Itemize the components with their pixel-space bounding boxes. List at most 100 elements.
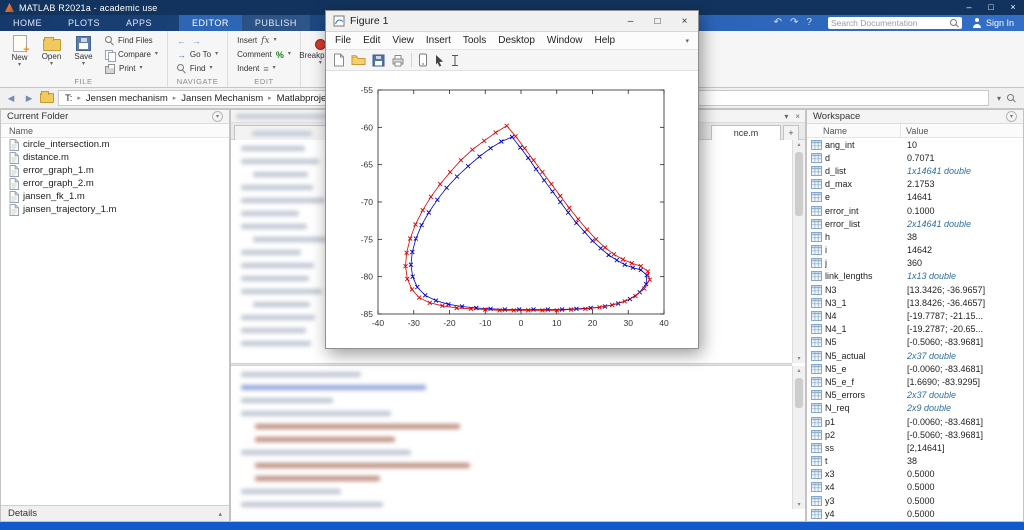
workspace-variable[interactable]: link_lengths 1x13 double	[807, 270, 1023, 283]
breadcrumb-item[interactable]: T:	[65, 93, 72, 104]
figure-menu-window[interactable]: Window	[541, 35, 589, 46]
insert-function-icon[interactable]: fx	[261, 36, 269, 46]
figure-menu-desktop[interactable]: Desktop	[492, 35, 541, 46]
workspace-variable[interactable]: ang_int 10	[807, 138, 1023, 151]
indent-button[interactable]: Indent ≡ ▾	[234, 62, 294, 75]
figure-menu-edit[interactable]: Edit	[357, 35, 386, 46]
details-bar[interactable]: Details ▴	[1, 505, 229, 521]
search-documentation-input[interactable]	[830, 18, 950, 28]
edit-plot-pointer-icon[interactable]	[434, 54, 445, 67]
workspace-variable[interactable]: error_list 2x14641 double	[807, 217, 1023, 230]
figure-window[interactable]: Figure 1 – □ × File Edit View Insert Tools De…	[325, 10, 699, 349]
comment-button[interactable]: Comment % ▾	[234, 48, 294, 61]
ribbon-tab-home[interactable]: HOME	[0, 15, 55, 31]
figure-plot[interactable]: -40 -30 -20 -10 0 10 20 30 40 -85 -80 -75 -70 -65 -60 -…	[326, 73, 698, 348]
workspace-variable[interactable]: N5_errors 2x37 double	[807, 389, 1023, 402]
sign-in-button[interactable]: Sign In	[972, 18, 1014, 28]
workspace-variable[interactable]: ss [2,14641]	[807, 441, 1023, 454]
editor-scrollbar-top[interactable]: ▴ ▾	[792, 140, 805, 363]
figure-menu-help[interactable]: Help	[589, 35, 622, 46]
redo-icon[interactable]: ↷	[790, 15, 798, 31]
figure-menu-tools[interactable]: Tools	[457, 35, 492, 46]
name-column-header[interactable]: Name	[1, 124, 229, 138]
minimize-button[interactable]: –	[958, 0, 980, 15]
file-item[interactable]: jansen_fk_1.m	[1, 190, 229, 203]
panel-menu-icon[interactable]: ▾	[212, 111, 223, 122]
file-item[interactable]: circle_intersection.m	[1, 138, 229, 151]
workspace-variable[interactable]: i 14642	[807, 244, 1023, 257]
ribbon-tab-plots[interactable]: PLOTS	[55, 15, 113, 31]
new-script-button[interactable]: New ▾	[6, 34, 33, 76]
workspace-variable[interactable]: error_int 0.1000	[807, 204, 1023, 217]
ribbon-tab-publish[interactable]: PUBLISH	[241, 15, 310, 31]
file-item[interactable]: distance.m	[1, 151, 229, 164]
help-icon[interactable]: ?	[806, 15, 812, 31]
insert-button[interactable]: Insert fx ▾	[234, 34, 294, 47]
address-dropdown-icon[interactable]: ▾	[997, 94, 1001, 103]
back-icon[interactable]: ◀	[4, 93, 18, 104]
close-button[interactable]: ×	[1002, 0, 1024, 15]
new-tab-button[interactable]: +	[783, 125, 799, 140]
new-figure-icon[interactable]	[333, 53, 345, 67]
editor-split-divider[interactable]	[231, 363, 792, 366]
save-figure-icon[interactable]	[372, 54, 385, 67]
compare-button[interactable]: Compare ▾	[102, 48, 161, 62]
find-button[interactable]: Find ▾	[174, 62, 221, 75]
editor-tab[interactable]: nce.m	[711, 125, 781, 140]
workspace-variable[interactable]: y3 0.5000	[807, 494, 1023, 507]
workspace-variable[interactable]: N3_1 [13.8426; -36.4657]	[807, 296, 1023, 309]
scroll-down-icon[interactable]: ▾	[793, 355, 805, 362]
blurred-editor-tab[interactable]	[234, 125, 329, 140]
workspace-variable[interactable]: N5_actual 2x37 double	[807, 349, 1023, 362]
editor-minimize-icon[interactable]: ▾	[784, 112, 788, 121]
open-file-icon[interactable]	[351, 54, 366, 66]
find-files-button[interactable]: Find Files	[102, 34, 161, 47]
address-search-icon[interactable]	[1007, 93, 1016, 103]
workspace-variable[interactable]: e 14641	[807, 191, 1023, 204]
navigate-back-icon[interactable]: ←	[177, 36, 186, 46]
workspace-variable[interactable]: N5 [-0.5060; -83.9681]	[807, 336, 1023, 349]
workspace-variable[interactable]: p1 [-0.0060; -83.4681]	[807, 415, 1023, 428]
file-item[interactable]: error_graph_1.m	[1, 164, 229, 177]
device-link-icon[interactable]	[418, 53, 428, 67]
browse-folder-icon[interactable]	[40, 91, 54, 103]
scroll-down-icon[interactable]: ▾	[793, 501, 805, 508]
go-to-button[interactable]: → Go To ▾	[174, 48, 221, 61]
forward-icon[interactable]: ▶	[22, 93, 36, 104]
scrollbar-thumb[interactable]	[795, 152, 803, 216]
ribbon-tab-apps[interactable]: APPS	[113, 15, 165, 31]
navigate-forward-icon[interactable]: →	[192, 36, 201, 46]
figure-menu-insert[interactable]: Insert	[420, 35, 457, 46]
workspace-variable[interactable]: N4_1 [-19.2787; -20.65...	[807, 323, 1023, 336]
workspace-variable[interactable]: N5_e_f [1.6690; -83.9295]	[807, 375, 1023, 388]
undo-icon[interactable]: ↶	[774, 15, 782, 31]
panel-menu-icon[interactable]: ▾	[1006, 111, 1017, 122]
maximize-button[interactable]: □	[980, 0, 1002, 15]
scrollbar-thumb[interactable]	[795, 378, 803, 408]
workspace-variable[interactable]: x4 0.5000	[807, 481, 1023, 494]
workspace-variable[interactable]: N4 [-19.7787; -21.15...	[807, 309, 1023, 322]
ribbon-tab-editor[interactable]: EDITOR	[179, 15, 242, 31]
figure-close-button[interactable]: ×	[671, 11, 698, 31]
file-item[interactable]: error_graph_2.m	[1, 177, 229, 190]
workspace-column-headers[interactable]: Name Value	[807, 124, 1023, 138]
figure-minimize-button[interactable]: –	[617, 11, 644, 31]
workspace-variable[interactable]: x3 0.5000	[807, 468, 1023, 481]
save-button[interactable]: Save ▾	[70, 34, 97, 76]
workspace-variable[interactable]: h 38	[807, 230, 1023, 243]
print-button[interactable]: Print ▾	[102, 62, 161, 75]
editor-scrollbar-bottom[interactable]: ▴ ▾	[792, 366, 805, 509]
figure-maximize-button[interactable]: □	[644, 11, 671, 31]
file-item[interactable]: jansen_trajectory_1.m	[1, 203, 229, 216]
workspace-variable[interactable]: t 38	[807, 455, 1023, 468]
text-annotation-icon[interactable]	[451, 54, 459, 67]
scroll-up-icon[interactable]: ▴	[793, 367, 805, 374]
menubar-overflow-icon[interactable]: ▾	[685, 37, 689, 45]
workspace-variable[interactable]: j 360	[807, 257, 1023, 270]
figure-title-bar[interactable]: Figure 1 – □ ×	[326, 11, 698, 32]
windows-taskbar[interactable]	[0, 522, 1024, 530]
scroll-up-icon[interactable]: ▴	[793, 141, 805, 148]
workspace-variable[interactable]: d 0.7071	[807, 151, 1023, 164]
details-expand-icon[interactable]: ▴	[218, 510, 222, 518]
workspace-variable[interactable]: N5_e [-0.0060; -83.4681]	[807, 362, 1023, 375]
